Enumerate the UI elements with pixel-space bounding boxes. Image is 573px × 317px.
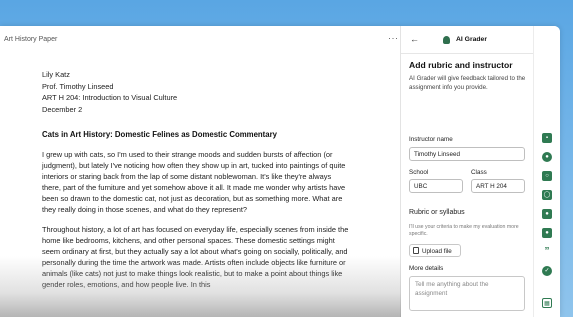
person-icon[interactable]: ● [542,209,552,219]
app-window: Art History Paper ··· Lily Katz Prof. Ti… [0,26,560,317]
document-header: Lily Katz Prof. Timothy Linseed ART H 20… [42,69,352,115]
document-pane: Art History Paper ··· Lily Katz Prof. Ti… [0,26,401,317]
details-label: More details [409,265,444,272]
quote-icon[interactable]: ” [542,247,552,257]
professor-name: Prof. Timothy Linseed [42,81,114,91]
school-input[interactable]: UBC [409,179,463,193]
school-label: School [409,169,429,176]
essay-title: Cats in Art History: Domestic Felines as… [42,130,277,140]
ai-grader-icon [443,36,450,44]
course-name: ART H 204: Introduction to Visual Cultur… [42,93,178,103]
ai-grader-panel: ← AI Grader Add rubric and instructor AI… [401,26,533,317]
document-title: Art History Paper [4,36,58,43]
instructor-name-input[interactable]: Timothy Linseed [409,147,525,161]
feedback-icon[interactable]: ▪ [542,133,552,143]
student-name: Lily Katz [42,70,70,79]
paragraph: I grew up with cats, so I'm used to thei… [42,150,346,215]
class-label: Class [471,169,487,176]
panel-title: Add rubric and instructor [409,60,513,70]
rubric-label: Rubric or syllabus [409,209,465,216]
search-icon[interactable]: ○ [542,171,552,181]
zoom-icon[interactable]: ◯ [542,190,552,200]
upload-file-button[interactable]: Upload file [409,244,461,257]
panel-description: AI Grader will give feedback tailored to… [409,75,526,91]
badge-icon[interactable]: ✓ [542,266,552,276]
panel-header: ← AI Grader [401,26,533,54]
back-arrow-icon[interactable]: ← [410,34,419,44]
more-details-textarea[interactable]: Tell me anything about the assignment [409,276,525,311]
class-input[interactable]: ART H 204 [471,179,525,193]
instructor-label: Instructor name [409,136,453,143]
chat-icon[interactable]: ● [542,152,552,162]
panel-header-title: AI Grader [456,36,487,43]
person-alt-icon[interactable]: ● [542,228,552,238]
file-icon [413,247,419,254]
library-icon[interactable]: ▦ [542,298,552,308]
upload-label: Upload file [422,248,452,255]
document-date: December 2 [42,104,83,114]
document-body[interactable]: Lily Katz Prof. Timothy Linseed ART H 20… [42,69,352,290]
tool-rail: ▪ ● ○ ◯ ● ● ” ✓ ▦ [533,26,560,317]
more-options-icon[interactable]: ··· [388,33,399,43]
paragraph: Throughout history, a lot of art has foc… [42,225,349,290]
rubric-hint: I'll use your criteria to make my evalua… [409,224,519,237]
